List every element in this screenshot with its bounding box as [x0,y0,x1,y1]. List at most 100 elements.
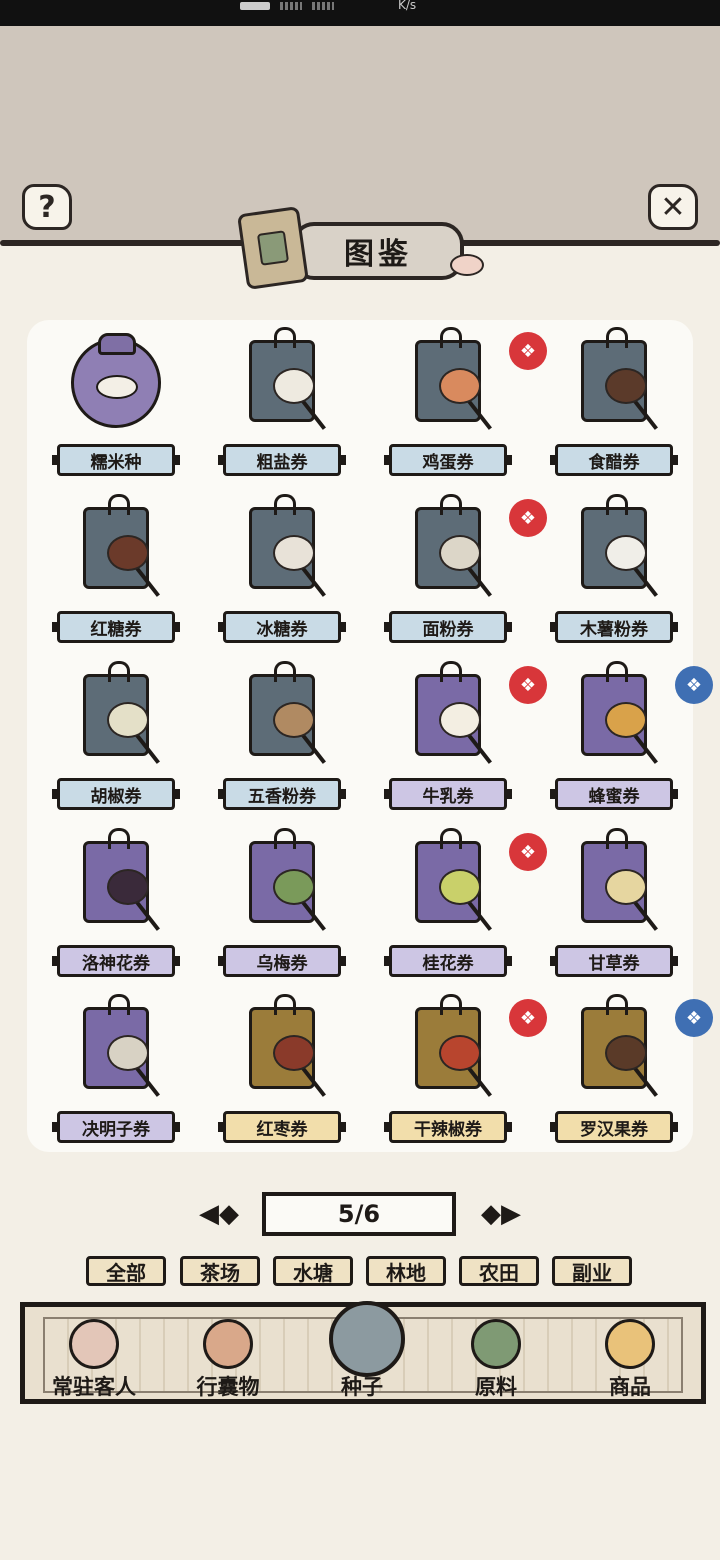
collection-item[interactable]: 胡椒券 [33,658,199,824]
collection-grid: 糯米种 粗盐券 ❖ 鸡蛋券 食醋券 红糖券 冰糖券 ❖ 面粉券 木薯粉券 胡椒券 五香粉券 ❖ 牛乳券 ❖ 蜂… [27,320,713,1152]
item-label: 甘草券 [550,945,678,977]
signal-icon-2 [312,2,334,10]
ingredient-icon [273,702,315,738]
collection-item[interactable]: ❖ 干辣椒券 [365,991,547,1157]
collection-item[interactable]: 糯米种 [33,324,199,490]
signal-icon [280,2,302,10]
collection-item[interactable]: 五香粉券 [199,658,365,824]
ingredient-icon [439,368,481,404]
seed-bag-icon [329,1301,405,1377]
arrow-right-icon: ◆▶ [481,1199,521,1229]
item-label: 面粉券 [384,611,512,643]
sim-icon [240,2,270,10]
book-icon [237,206,309,290]
item-label: 蜂蜜券 [550,778,678,810]
collection-item[interactable]: 木薯粉券 [531,491,697,657]
ingredient-icon [273,368,315,404]
leaf-icon [471,1319,521,1369]
collection-item[interactable]: ❖ 桂花券 [365,825,547,991]
nav-inventory[interactable]: 行囊物 [173,1307,283,1407]
collection-item[interactable]: ❖ 蜂蜜券 [531,658,713,824]
item-label: 糯米种 [52,444,180,476]
collection-item[interactable]: 乌梅券 [199,825,365,991]
blue-seal-icon: ❖ [675,666,713,704]
prev-page-button[interactable]: ◀◆ [184,1196,254,1232]
collection-item[interactable]: 冰糖券 [199,491,365,657]
collection-item[interactable]: ❖ 面粉券 [365,491,547,657]
close-x-icon: ✕ [660,189,686,225]
ingredient-icon [439,702,481,738]
item-label: 干辣椒券 [384,1111,512,1143]
item-label: 洛神花券 [52,945,180,977]
network-speed: K/s [398,0,417,12]
blue-seal-icon: ❖ [675,999,713,1037]
ingredient-icon [273,535,315,571]
item-label: 粗盐券 [218,444,346,476]
status-icons [240,0,334,12]
item-label: 乌梅券 [218,945,346,977]
category-tab-sideline[interactable]: 副业 [552,1256,632,1286]
title-banner: 图鉴 [232,206,484,292]
ingredient-icon [439,1035,481,1071]
category-tab-woodland[interactable]: 林地 [366,1256,446,1286]
pastry-box-icon [605,1319,655,1369]
nav-goods[interactable]: 商品 [575,1307,685,1407]
item-label: 罗汉果券 [550,1111,678,1143]
title-plate: 图鉴 [292,222,464,280]
category-tab-all[interactable]: 全部 [86,1256,166,1286]
ingredient-icon [605,869,647,905]
collection-item[interactable]: ❖ 罗汉果券 [531,991,713,1157]
collection-item[interactable]: 决明子券 [33,991,199,1157]
ingredient-icon [439,535,481,571]
clothing-icon [203,1319,253,1369]
collection-item[interactable]: 红糖券 [33,491,199,657]
item-label: 五香粉券 [218,778,346,810]
item-label: 食醋券 [550,444,678,476]
collection-item[interactable]: ❖ 牛乳券 [365,658,547,824]
ingredient-icon [107,869,149,905]
category-tab-farmland[interactable]: 农田 [459,1256,539,1286]
item-label: 牛乳券 [384,778,512,810]
ingredient-icon [107,535,149,571]
ingredient-icon [107,702,149,738]
item-label: 红糖券 [52,611,180,643]
bottom-nav: 常驻客人 行囊物 种子 原料 商品 [20,1301,706,1407]
guest-girl-icon [69,1319,119,1369]
arrow-left-icon: ◀◆ [199,1199,239,1229]
collection-item[interactable]: 食醋券 [531,324,697,490]
collection-item[interactable]: 洛神花券 [33,825,199,991]
collection-item[interactable]: 红枣券 [199,991,365,1157]
flower-icon [450,254,484,276]
item-label: 鸡蛋券 [384,444,512,476]
page-indicator: 5/6 [262,1192,456,1236]
category-tab-tea-farm[interactable]: 茶场 [180,1256,260,1286]
item-label: 决明子券 [52,1111,180,1143]
collection-item[interactable]: 粗盐券 [199,324,365,490]
ingredient-icon [439,869,481,905]
ingredient-icon [107,1035,149,1071]
page-title: 图鉴 [344,237,412,272]
status-bar: K/s [0,0,720,26]
ingredient-icon [605,368,647,404]
help-button[interactable]: ? [22,184,72,230]
nav-seeds[interactable]: 种子 [307,1301,417,1407]
close-button[interactable]: ✕ [648,184,698,230]
item-label: 木薯粉券 [550,611,678,643]
ingredient-icon [605,535,647,571]
item-label: 胡椒券 [52,778,180,810]
ingredient-icon [273,1035,315,1071]
category-tab-pond[interactable]: 水塘 [273,1256,353,1286]
collection-item[interactable]: ❖ 鸡蛋券 [365,324,547,490]
next-page-button[interactable]: ◆▶ [466,1196,536,1232]
item-label: 红枣券 [218,1111,346,1143]
seed-pouch-icon [71,333,161,428]
nav-guests[interactable]: 常驻客人 [39,1307,149,1407]
question-mark-icon: ? [38,189,56,225]
item-label: 冰糖券 [218,611,346,643]
ingredient-icon [605,702,647,738]
nav-ingredients[interactable]: 原料 [441,1307,551,1407]
pager: ◀◆ 5/6 ◆▶ [184,1188,536,1240]
collection-item[interactable]: 甘草券 [531,825,697,991]
ingredient-icon [605,1035,647,1071]
item-label: 桂花券 [384,945,512,977]
